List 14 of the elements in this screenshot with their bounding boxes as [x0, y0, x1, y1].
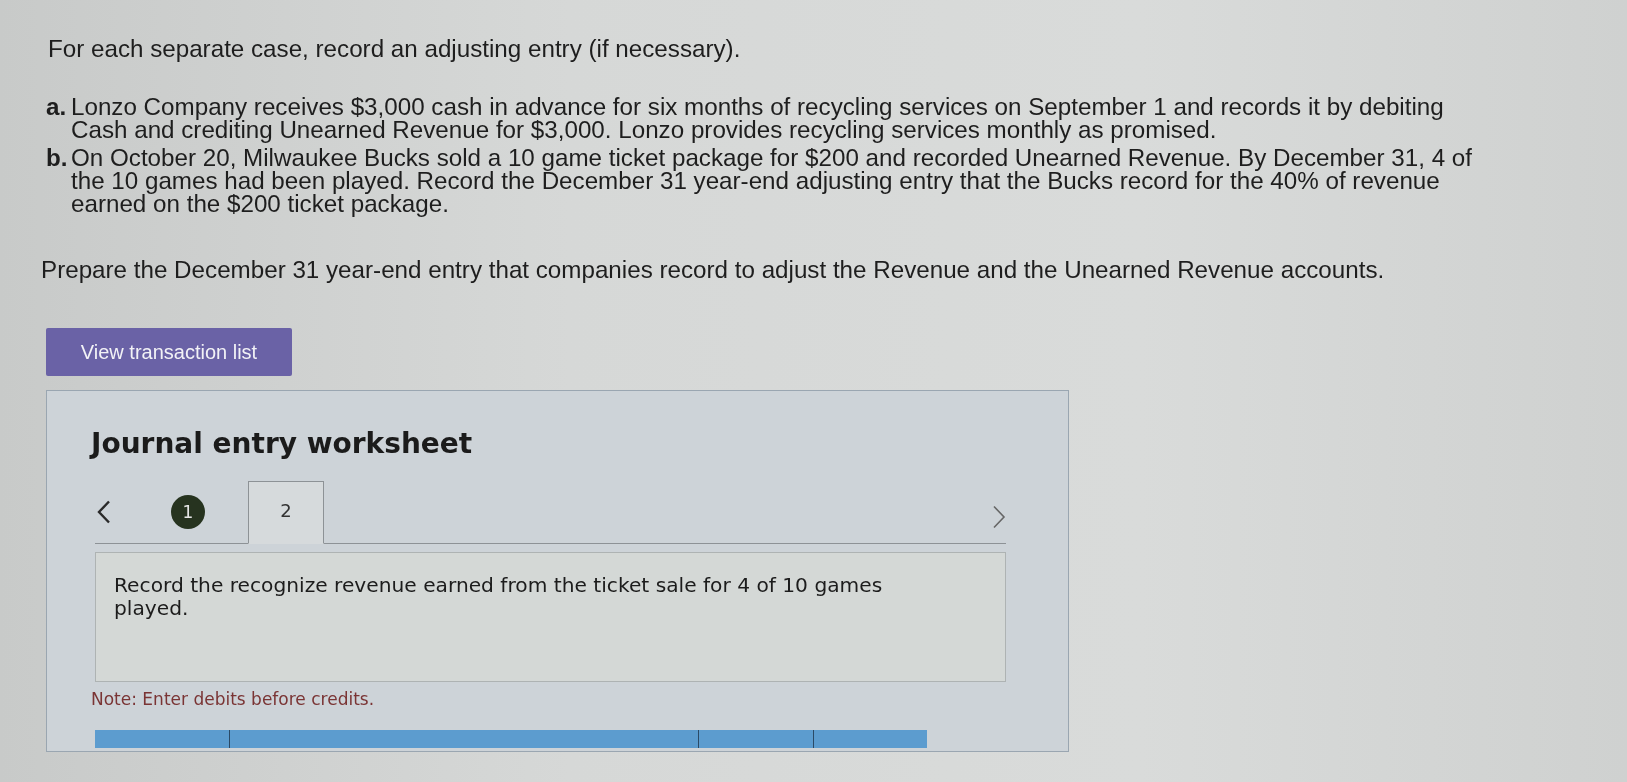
- view-transaction-list-button[interactable]: View transaction list: [46, 328, 292, 376]
- instructions-text: For each separate case, record an adjusting entry (if necessary).: [48, 37, 741, 60]
- case-text: On October 20, Milwaukee Bucks sold a 10 game ticket package for $200 and recorded Unearned Revenue. By December 31, 4 of the 10 games had been played. Record the December 31 year-end adjusting entry that the Bucks record for the 40% of revenue earned on the $200 ticket package.: [71, 146, 1473, 215]
- worksheet-title: Journal entry worksheet: [91, 427, 473, 461]
- step-button[interactable]: 1: [171, 495, 205, 529]
- case-label: a.: [46, 95, 68, 118]
- chevron-left-icon[interactable]: [97, 500, 111, 524]
- chevron-right-icon[interactable]: [992, 505, 1006, 529]
- case-text: Lonzo Company receives $3,000 cash in advance for six months of recycling services on September 1 and records it by debiting Cash and crediting Unearned Revenue for $3,000. Lonzo provides recycling services monthly as promised.: [71, 95, 1445, 141]
- note-text: Note: Enter debits before credits.: [91, 689, 375, 709]
- step-tab[interactable]: 2: [248, 481, 324, 544]
- task-text: Prepare the December 31 year-end entry that companies record to adjust the Revenue and the Unearned Revenue accounts.: [41, 258, 1385, 281]
- case-label: b.: [46, 146, 69, 169]
- prompt-text: Record the recognize revenue earned from the ticket sale for 4 of 10 games played.: [114, 574, 884, 620]
